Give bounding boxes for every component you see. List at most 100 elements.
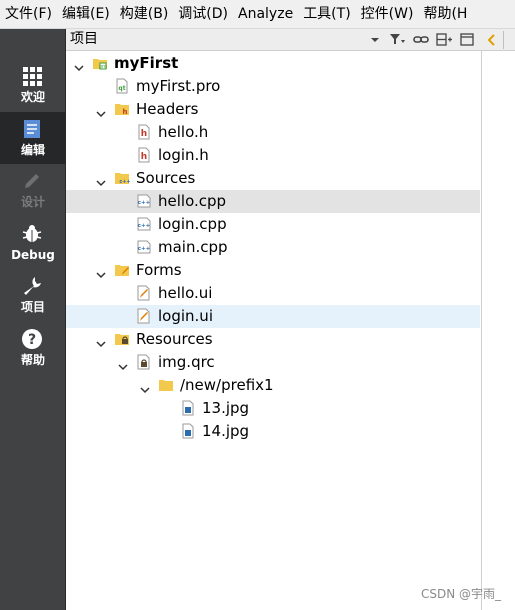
mode-pencil[interactable]: 设计 [0, 164, 66, 216]
filter-icon[interactable] [388, 31, 406, 48]
folder-icon [158, 377, 174, 393]
tree-item-label: hello.ui [158, 284, 213, 302]
grid-icon [21, 65, 43, 87]
menu-item[interactable]: Analyze [233, 0, 298, 28]
cpp-file-icon: c++ [136, 193, 152, 209]
ui-file-icon [136, 285, 152, 301]
tree-item[interactable]: img.qrc [66, 351, 480, 374]
pro-file-icon: qt [114, 78, 130, 94]
menu-item[interactable]: 控件(W) [356, 0, 419, 28]
mode-grid[interactable]: 欢迎 [0, 59, 66, 111]
editor-area[interactable] [481, 51, 515, 610]
mode-document[interactable]: 编辑 [0, 111, 66, 164]
chevron-down-icon[interactable] [96, 173, 106, 187]
tree-item[interactable]: 13.jpg [66, 397, 480, 420]
tree-item[interactable]: c++ hello.cpp [66, 190, 480, 213]
project-tree: pro myFirst qt myFirst.pro h Headers h hello.h h… [66, 52, 480, 610]
pencil-icon [21, 170, 43, 192]
chevron-down-icon[interactable] [96, 334, 106, 348]
tree-item-label: Sources [136, 169, 196, 187]
header-file-icon: h [136, 147, 152, 163]
tree-item-label: main.cpp [158, 238, 228, 256]
chevron-down-icon[interactable] [140, 380, 150, 394]
tree-item[interactable]: pro myFirst [66, 52, 480, 75]
tree-item[interactable]: Forms [66, 259, 480, 282]
bug-icon [21, 223, 43, 245]
cpp-file-icon: c++ [136, 239, 152, 255]
tree-item[interactable]: hello.ui [66, 282, 480, 305]
tree-item[interactable]: h hello.h [66, 121, 480, 144]
sources-folder-icon: c++ [114, 170, 131, 186]
tree-item[interactable]: c++ Sources [66, 167, 480, 190]
resources-folder-icon [114, 331, 130, 347]
tree-item-label: hello.h [158, 123, 209, 141]
split-icon[interactable] [435, 31, 453, 48]
mode-label: 编辑 [20, 142, 45, 157]
mode-label: 帮助 [20, 352, 45, 367]
menu-bar: 文件(F) 编辑(E) 构建(B) 调试(D) Analyze 工具(T) 控件(W) 帮助(… [0, 0, 515, 29]
wrench-icon [21, 275, 43, 297]
mode-label: 项目 [20, 300, 45, 314]
question-icon: ? [21, 328, 43, 350]
tree-item[interactable]: qt myFirst.pro [66, 75, 480, 98]
tree-item-label: myFirst.pro [136, 77, 221, 95]
svg-text:qt: qt [118, 85, 125, 92]
link-icon[interactable] [412, 31, 430, 48]
tree-item-label: Forms [136, 261, 182, 279]
tree-item[interactable]: Resources [66, 328, 480, 351]
cpp-file-icon: c++ [136, 216, 152, 232]
svg-text:c++: c++ [138, 246, 151, 252]
ui-file-icon [136, 308, 152, 324]
tree-item[interactable]: login.ui [66, 305, 480, 328]
mode-bug[interactable]: Debug [0, 217, 66, 269]
mode-label: 设计 [20, 195, 45, 209]
menu-item[interactable]: 编辑(E) [57, 0, 115, 28]
headers-folder-icon: h [114, 101, 130, 117]
tree-item-label: Resources [136, 330, 213, 348]
chevron-down-icon[interactable] [96, 265, 106, 279]
svg-text:pro: pro [99, 64, 107, 70]
pane-title: 项目 [70, 31, 98, 47]
svg-text:c++: c++ [138, 200, 151, 206]
project-icon: pro [92, 55, 108, 71]
chevron-down-icon[interactable] [118, 357, 128, 371]
mode-label: Debug [11, 247, 55, 262]
tree-item-label: /new/prefix1 [180, 376, 274, 394]
chevron-down-icon[interactable] [96, 104, 106, 118]
menu-item[interactable]: 调试(D) [173, 0, 233, 28]
tree-item[interactable]: c++ main.cpp [66, 236, 480, 259]
tree-item-label: Headers [136, 100, 199, 118]
menu-item[interactable]: 文件(F) [0, 0, 57, 28]
menu-item[interactable]: 构建(B) [115, 0, 174, 28]
mode-question[interactable]: ? 帮助 [0, 322, 66, 374]
tree-item-label: login.h [158, 146, 209, 164]
forms-folder-icon [114, 262, 130, 278]
dropdown-icon[interactable] [369, 31, 381, 48]
qrc-file-icon [136, 354, 152, 370]
menu-item[interactable]: 工具(T) [298, 0, 355, 28]
svg-text:h: h [141, 152, 147, 162]
svg-text:?: ? [28, 332, 36, 348]
editor-toolbar-stub [481, 29, 515, 51]
tree-item-label: login.ui [158, 307, 213, 325]
tree-item-label: img.qrc [158, 353, 215, 371]
tree-item-label: login.cpp [158, 215, 227, 233]
tree-item[interactable]: h Headers [66, 98, 480, 121]
toolbar-separator [503, 31, 504, 49]
close-pane-icon[interactable] [458, 31, 476, 48]
mode-wrench[interactable]: 项目 [0, 269, 66, 321]
tree-item-label: myFirst [114, 54, 179, 72]
tree-item[interactable]: 14.jpg [66, 420, 480, 443]
tree-item[interactable]: /new/prefix1 [66, 374, 480, 397]
svg-text:c++: c++ [138, 223, 151, 229]
chevron-left-icon[interactable] [487, 32, 497, 48]
chevron-down-icon[interactable] [74, 58, 84, 72]
document-icon [21, 118, 43, 140]
tree-item[interactable]: h login.h [66, 144, 480, 167]
image-file-icon [180, 400, 196, 416]
image-file-icon [180, 423, 196, 439]
tree-item[interactable]: c++ login.cpp [66, 213, 480, 236]
svg-text:h: h [141, 129, 147, 139]
menu-item[interactable]: 帮助(H [418, 0, 472, 28]
tree-item-label: hello.cpp [158, 192, 227, 210]
